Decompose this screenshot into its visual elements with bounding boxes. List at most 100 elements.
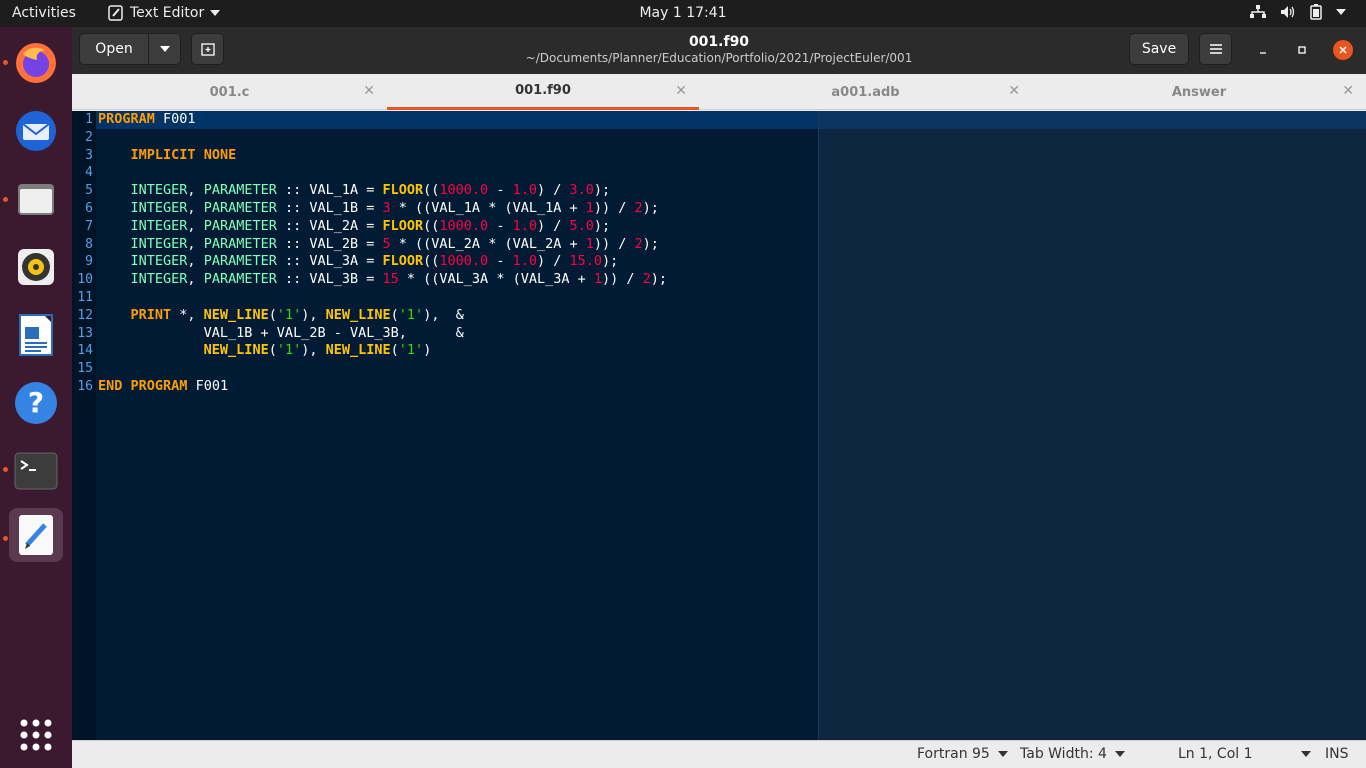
- code-content[interactable]: PROGRAM F001 IMPLICIT NONE INTEGER, PARA…: [98, 111, 818, 396]
- activities-button[interactable]: Activities: [12, 5, 76, 21]
- tab-width-selector[interactable]: Tab Width: 4: [1020, 746, 1125, 762]
- files-icon[interactable]: [9, 172, 63, 226]
- close-icon[interactable]: ✕: [1008, 83, 1020, 99]
- new-tab-button[interactable]: [191, 33, 224, 65]
- line-number: 3: [85, 147, 93, 163]
- help-icon[interactable]: ?: [9, 376, 63, 430]
- cursor-position-selector[interactable]: Ln 1, Col 1: [1178, 746, 1311, 762]
- code-line[interactable]: [98, 129, 818, 147]
- line-number: 9: [85, 254, 93, 270]
- rhythmbox-icon[interactable]: [9, 240, 63, 294]
- close-button[interactable]: [1333, 40, 1353, 60]
- window-title: 001.f90: [688, 34, 750, 50]
- gedit-icon[interactable]: [9, 508, 63, 562]
- save-button[interactable]: Save: [1129, 33, 1189, 65]
- running-indicator: [3, 197, 8, 202]
- libreoffice-writer-icon[interactable]: [9, 308, 63, 362]
- text-editor-icon: [108, 5, 123, 21]
- close-icon[interactable]: ✕: [363, 83, 375, 99]
- open-dropdown-button[interactable]: [148, 33, 181, 65]
- language-selector[interactable]: Fortran 95: [917, 746, 1008, 762]
- code-line[interactable]: IMPLICIT NONE: [98, 147, 818, 165]
- thunderbird-icon[interactable]: [9, 104, 63, 158]
- hamburger-icon: [1209, 44, 1222, 54]
- language-label: Fortran 95: [917, 746, 990, 762]
- right-margin-area: [818, 111, 1366, 740]
- show-apps-icon[interactable]: [9, 708, 63, 762]
- running-indicator: [3, 467, 8, 472]
- close-icon[interactable]: ✕: [1342, 83, 1354, 99]
- tab-a001-adb[interactable]: a001.adb ✕: [699, 74, 1032, 110]
- code-line[interactable]: END PROGRAM F001: [98, 378, 818, 396]
- tab-001-c[interactable]: 001.c ✕: [72, 74, 387, 110]
- open-button[interactable]: Open: [79, 33, 149, 65]
- app-menu-label: Text Editor: [130, 5, 205, 21]
- chevron-down-icon: [210, 10, 221, 16]
- tab-width-label: Tab Width: 4: [1020, 746, 1107, 762]
- dock: ?: [0, 27, 72, 768]
- code-line[interactable]: [98, 360, 818, 378]
- tab-bar: 001.c ✕ 001.f90 ✕ a001.adb ✕ Answer ✕: [72, 74, 1366, 110]
- close-icon: [1339, 46, 1347, 54]
- close-icon[interactable]: ✕: [675, 83, 687, 99]
- code-line[interactable]: INTEGER, PARAMETER :: VAL_1A = FLOOR((10…: [98, 182, 818, 200]
- firefox-icon[interactable]: [9, 36, 63, 90]
- line-number: 6: [85, 200, 93, 216]
- svg-text:?: ?: [28, 386, 44, 419]
- tab-001-f90[interactable]: 001.f90 ✕: [387, 74, 699, 110]
- system-tray[interactable]: [1250, 4, 1346, 20]
- line-number: 4: [85, 165, 93, 181]
- minimize-icon: [1260, 52, 1266, 54]
- header-bar: Open 001.f90 ~/Documents/Planner/Educati…: [72, 27, 1366, 74]
- insert-mode-label: INS: [1325, 746, 1349, 762]
- menu-button[interactable]: [1199, 33, 1232, 65]
- code-line[interactable]: VAL_1B + VAL_2B - VAL_3B, &: [98, 325, 818, 343]
- code-editor[interactable]: 1 2 3 4 5 6 7 8 9 10 11 12 13 14 15 16 PROGRAM F001 IMP…: [72, 111, 1366, 740]
- code-line[interactable]: PROGRAM F001: [98, 111, 818, 129]
- code-line[interactable]: INTEGER, PARAMETER :: VAL_1B = 3 * ((VAL…: [98, 200, 818, 218]
- code-line[interactable]: [98, 289, 818, 307]
- code-line[interactable]: INTEGER, PARAMETER :: VAL_3B = 15 * ((VA…: [98, 271, 818, 289]
- line-number: 14: [77, 343, 93, 359]
- line-number: 16: [77, 378, 93, 394]
- cursor-position-label: Ln 1, Col 1: [1178, 746, 1253, 762]
- code-line[interactable]: NEW_LINE('1'), NEW_LINE('1'): [98, 342, 818, 360]
- clock[interactable]: May 1 17:41: [639, 5, 726, 21]
- line-number: 5: [85, 183, 93, 199]
- minimize-button[interactable]: [1253, 40, 1273, 60]
- code-line[interactable]: INTEGER, PARAMETER :: VAL_2B = 5 * ((VAL…: [98, 236, 818, 254]
- line-number: 2: [85, 129, 93, 145]
- terminal-icon[interactable]: [9, 444, 63, 498]
- status-bar: Fortran 95 Tab Width: 4 Ln 1, Col 1 INS: [72, 740, 1366, 768]
- insert-mode-indicator: INS: [1325, 746, 1349, 762]
- tab-label: 001.c: [209, 84, 250, 100]
- chevron-down-icon: [1300, 751, 1311, 757]
- line-number: 10: [77, 272, 93, 288]
- running-indicator: [3, 60, 8, 65]
- code-line[interactable]: [98, 164, 818, 182]
- new-tab-icon: [200, 43, 215, 56]
- code-line[interactable]: PRINT *, NEW_LINE('1'), NEW_LINE('1'), &: [98, 307, 818, 325]
- line-number-gutter: 1 2 3 4 5 6 7 8 9 10 11 12 13 14 15 16: [72, 111, 96, 740]
- chevron-down-icon: [997, 751, 1008, 757]
- code-line[interactable]: INTEGER, PARAMETER :: VAL_3A = FLOOR((10…: [98, 253, 818, 271]
- tab-label: a001.adb: [831, 84, 900, 100]
- maximize-button[interactable]: [1292, 40, 1312, 60]
- line-number: 7: [85, 218, 93, 234]
- file-path: ~/Documents/Planner/Education/Portfolio/…: [525, 51, 913, 65]
- line-number: 13: [77, 325, 93, 341]
- editor-window: Open 001.f90 ~/Documents/Planner/Educati…: [72, 27, 1366, 768]
- line-number: 8: [85, 236, 93, 252]
- open-button-label: Open: [95, 41, 133, 57]
- running-indicator: [3, 536, 8, 541]
- app-menu[interactable]: Text Editor: [108, 5, 221, 21]
- line-number: 1: [85, 112, 93, 127]
- line-number: 11: [77, 289, 93, 305]
- line-number: 15: [77, 361, 93, 377]
- code-line[interactable]: INTEGER, PARAMETER :: VAL_2A = FLOOR((10…: [98, 218, 818, 236]
- network-icon: [1250, 5, 1266, 18]
- tab-label: 001.f90: [515, 83, 571, 98]
- tab-answer[interactable]: Answer ✕: [1032, 74, 1366, 110]
- maximize-icon: [1298, 46, 1306, 54]
- tab-label: Answer: [1171, 84, 1227, 100]
